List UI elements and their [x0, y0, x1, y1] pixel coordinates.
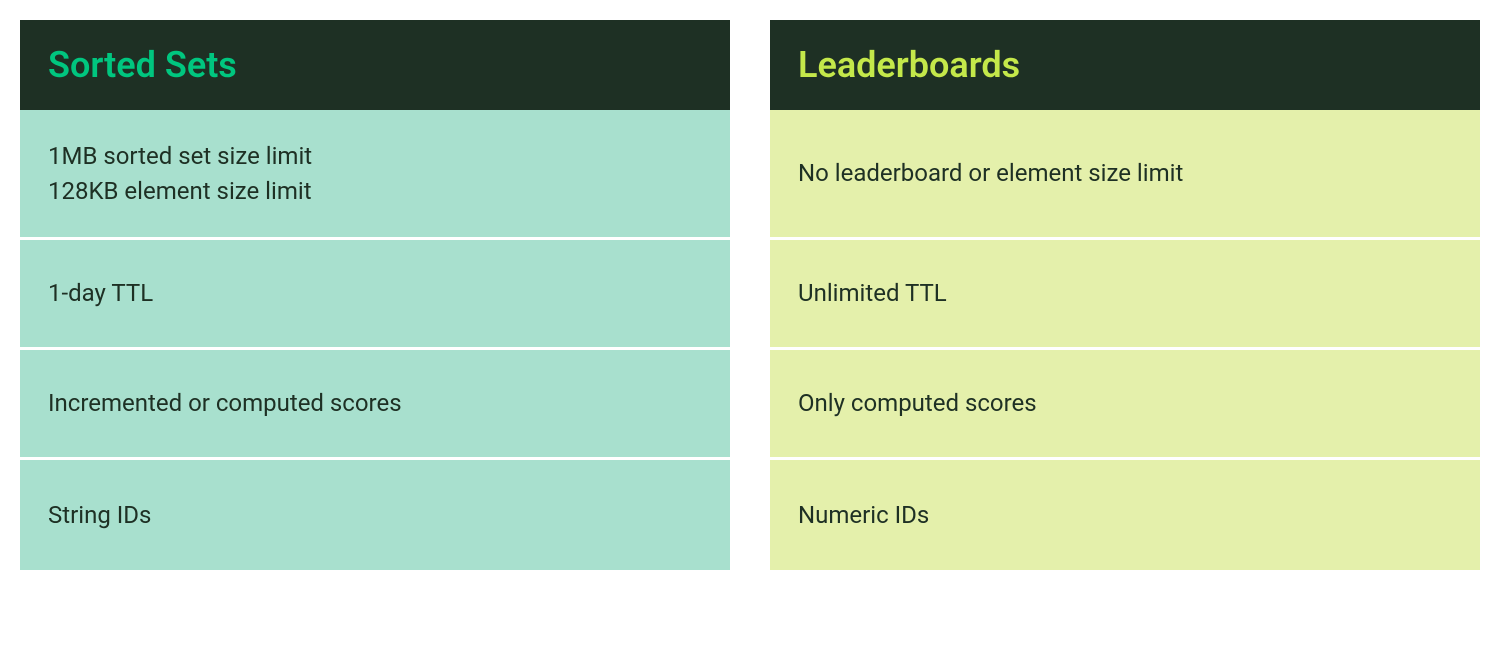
row-text: No leaderboard or element size limit [798, 156, 1183, 191]
row-text: Numeric IDs [798, 498, 929, 533]
row-text: String IDs [48, 498, 151, 533]
row-text: 1MB sorted set size limit 128KB element … [48, 139, 312, 209]
table-row: 1MB sorted set size limit 128KB element … [20, 110, 730, 240]
comparison-table: Sorted Sets 1MB sorted set size limit 12… [20, 20, 1480, 570]
table-row: No leaderboard or element size limit [770, 110, 1480, 240]
row-text: Unlimited TTL [798, 276, 947, 311]
row-text: Incremented or computed scores [48, 386, 402, 421]
table-row: String IDs [20, 460, 730, 570]
row-text: Only computed scores [798, 386, 1037, 421]
table-row: Numeric IDs [770, 460, 1480, 570]
table-row: 1-day TTL [20, 240, 730, 350]
leaderboards-column: Leaderboards No leaderboard or element s… [770, 20, 1480, 570]
sorted-sets-column: Sorted Sets 1MB sorted set size limit 12… [20, 20, 730, 570]
sorted-sets-header: Sorted Sets [20, 20, 730, 110]
leaderboards-header: Leaderboards [770, 20, 1480, 110]
row-text: 1-day TTL [48, 276, 153, 311]
sorted-sets-title: Sorted Sets [48, 44, 237, 86]
table-row: Incremented or computed scores [20, 350, 730, 460]
leaderboards-title: Leaderboards [798, 44, 1020, 86]
table-row: Only computed scores [770, 350, 1480, 460]
table-row: Unlimited TTL [770, 240, 1480, 350]
